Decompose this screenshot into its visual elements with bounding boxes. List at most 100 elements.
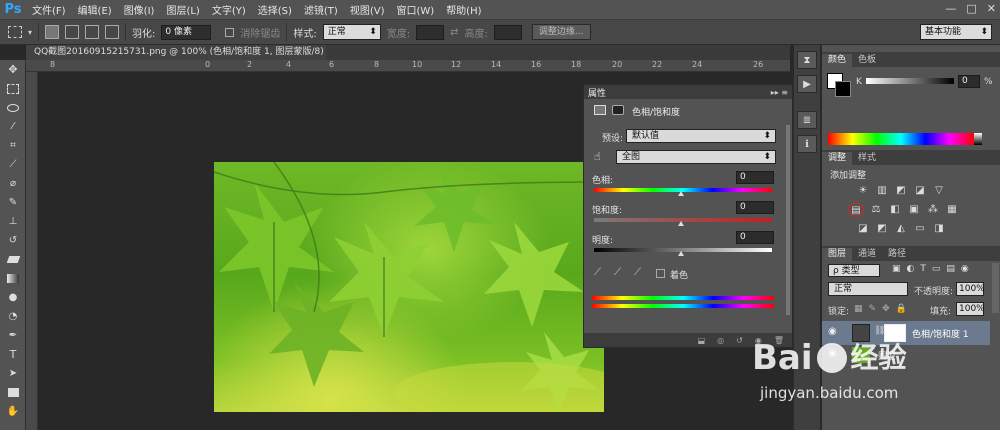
clip-to-layer-icon[interactable]: ⬓: [698, 336, 706, 345]
blend-mode-select[interactable]: 正常: [828, 282, 908, 296]
levels-icon[interactable]: ▥: [875, 184, 889, 196]
shape-tool[interactable]: [0, 383, 26, 402]
tab-channels[interactable]: 通道: [852, 248, 882, 261]
colorize-checkbox[interactable]: [656, 269, 665, 278]
k-input[interactable]: 0: [958, 75, 980, 88]
saturation-input[interactable]: 0: [736, 201, 774, 214]
eyedropper-icon[interactable]: ⟋: [594, 267, 601, 278]
hue-saturation-icon[interactable]: ▤: [848, 203, 864, 217]
tab-color[interactable]: 颜色: [822, 54, 853, 67]
menu-window[interactable]: 窗口(W): [390, 2, 440, 17]
properties-panel-button[interactable]: ≣: [797, 111, 817, 129]
blur-tool[interactable]: ●: [0, 288, 26, 307]
menu-file[interactable]: 文件(F): [26, 2, 72, 17]
k-slider[interactable]: [866, 78, 954, 84]
selective-color-icon[interactable]: ◨: [932, 222, 946, 234]
channel-select[interactable]: 全图 ⬍: [616, 150, 776, 164]
photo-filter-icon[interactable]: ▣: [907, 203, 921, 215]
lock-pixels-icon[interactable]: ✎: [869, 304, 877, 314]
close-window-button[interactable]: ✕: [987, 2, 996, 15]
layer-filter-select[interactable]: ρ 类型: [828, 264, 880, 277]
menu-select[interactable]: 选择(S): [252, 2, 298, 17]
opacity-input[interactable]: 100%: [956, 282, 985, 296]
hand-adjust-icon[interactable]: ☝: [594, 150, 601, 163]
preset-select[interactable]: 默认值 ⬍: [626, 129, 776, 143]
feather-input[interactable]: 0 像素: [161, 24, 212, 40]
shape-filter-icon[interactable]: ▭: [932, 264, 941, 274]
eyedropper-tool[interactable]: ⟋: [0, 155, 26, 174]
panel-menu-icon[interactable]: ▸▸ ≡: [771, 88, 788, 97]
layers-scrollbar[interactable]: [992, 263, 999, 313]
tab-adjustments[interactable]: 调整: [822, 152, 853, 165]
height-input[interactable]: [493, 24, 522, 40]
minimize-button[interactable]: —: [945, 2, 956, 15]
add-selection-icon[interactable]: [65, 25, 80, 39]
saturation-slider-thumb[interactable]: [678, 221, 684, 226]
vibrance-icon[interactable]: ▽: [932, 184, 946, 196]
workspace-select[interactable]: 基本功能 ⬍: [920, 24, 992, 40]
quick-select-tool[interactable]: ⁄: [0, 117, 26, 136]
invert-icon[interactable]: ◪: [856, 222, 870, 234]
lock-all-icon[interactable]: 🔒: [896, 304, 907, 314]
lock-transparent-icon[interactable]: ▦: [854, 304, 863, 314]
mask-icon[interactable]: [612, 105, 624, 115]
stamp-tool[interactable]: ⊥: [0, 212, 26, 231]
dodge-tool[interactable]: ◔: [0, 307, 26, 326]
menu-view[interactable]: 视图(V): [344, 2, 391, 17]
adjustment-filter-icon[interactable]: ◐: [907, 264, 915, 274]
hand-tool[interactable]: ✋: [0, 402, 26, 421]
crop-tool[interactable]: ⌗: [0, 136, 26, 155]
eyedropper-minus-icon[interactable]: ⟋: [634, 267, 641, 278]
gradient-tool[interactable]: [0, 269, 26, 288]
path-select-tool[interactable]: ➤: [0, 364, 26, 383]
tab-layers[interactable]: 图层: [822, 248, 853, 261]
posterize-icon[interactable]: ◩: [875, 222, 889, 234]
filter-toggle-icon[interactable]: ◉: [961, 264, 969, 274]
eraser-tool[interactable]: [0, 250, 26, 269]
healing-tool[interactable]: ⌀: [0, 174, 26, 193]
type-tool[interactable]: T: [0, 345, 26, 364]
threshold-icon[interactable]: ◭: [894, 222, 908, 234]
maple-leaves-photo[interactable]: [214, 162, 604, 412]
info-panel-button[interactable]: ℹ: [797, 135, 817, 153]
color-balance-icon[interactable]: ⚖: [869, 203, 883, 215]
refine-edge-button[interactable]: 调整边缘...: [531, 24, 591, 40]
type-filter-icon[interactable]: T: [920, 264, 926, 274]
eyedropper-plus-icon[interactable]: ⟋: [614, 267, 621, 278]
width-input[interactable]: [416, 24, 445, 40]
tab-paths[interactable]: 路径: [882, 248, 912, 261]
properties-scrollbar[interactable]: [786, 125, 790, 315]
exposure-icon[interactable]: ◪: [913, 184, 927, 196]
tool-preset-dropdown-icon[interactable]: ▾: [28, 28, 32, 37]
tab-styles[interactable]: 样式: [852, 152, 882, 165]
color-spectrum[interactable]: [828, 133, 974, 145]
hue-slider-thumb[interactable]: [678, 191, 684, 196]
lightness-input[interactable]: 0: [736, 231, 774, 244]
menu-edit[interactable]: 编辑(E): [72, 2, 118, 17]
lock-position-icon[interactable]: ✥: [882, 304, 890, 314]
marquee-tool[interactable]: [0, 79, 26, 98]
menu-type[interactable]: 文字(Y): [206, 2, 252, 17]
channel-mixer-icon[interactable]: ⁂: [926, 203, 940, 215]
properties-tab[interactable]: 属性: [588, 86, 606, 99]
curves-icon[interactable]: ◩: [894, 184, 908, 196]
smart-filter-icon[interactable]: ▤: [946, 264, 955, 274]
spectrum-grayscale[interactable]: [974, 133, 982, 145]
subtract-selection-icon[interactable]: [85, 25, 100, 39]
lightness-slider-thumb[interactable]: [678, 251, 684, 256]
color-lookup-icon[interactable]: ▦: [945, 203, 959, 215]
brightness-icon[interactable]: ☀: [856, 184, 870, 196]
black-white-icon[interactable]: ◧: [888, 203, 902, 215]
hue-input[interactable]: 0: [736, 171, 774, 184]
style-select[interactable]: 正常 ⬍: [322, 24, 381, 40]
move-tool[interactable]: ✥: [0, 60, 26, 79]
antialias-checkbox[interactable]: [225, 27, 235, 37]
maximize-button[interactable]: □: [966, 2, 976, 15]
reset-icon[interactable]: ↺: [736, 336, 743, 345]
gradient-map-icon[interactable]: ▭: [913, 222, 927, 234]
menu-image[interactable]: 图像(I): [118, 2, 161, 17]
pixel-filter-icon[interactable]: ▣: [892, 264, 901, 274]
new-selection-icon[interactable]: [45, 25, 60, 39]
menu-filter[interactable]: 滤镜(T): [298, 2, 344, 17]
document-tab[interactable]: QQ截图20160915215731.png @ 100% (色相/饱和度 1,…: [26, 45, 326, 60]
